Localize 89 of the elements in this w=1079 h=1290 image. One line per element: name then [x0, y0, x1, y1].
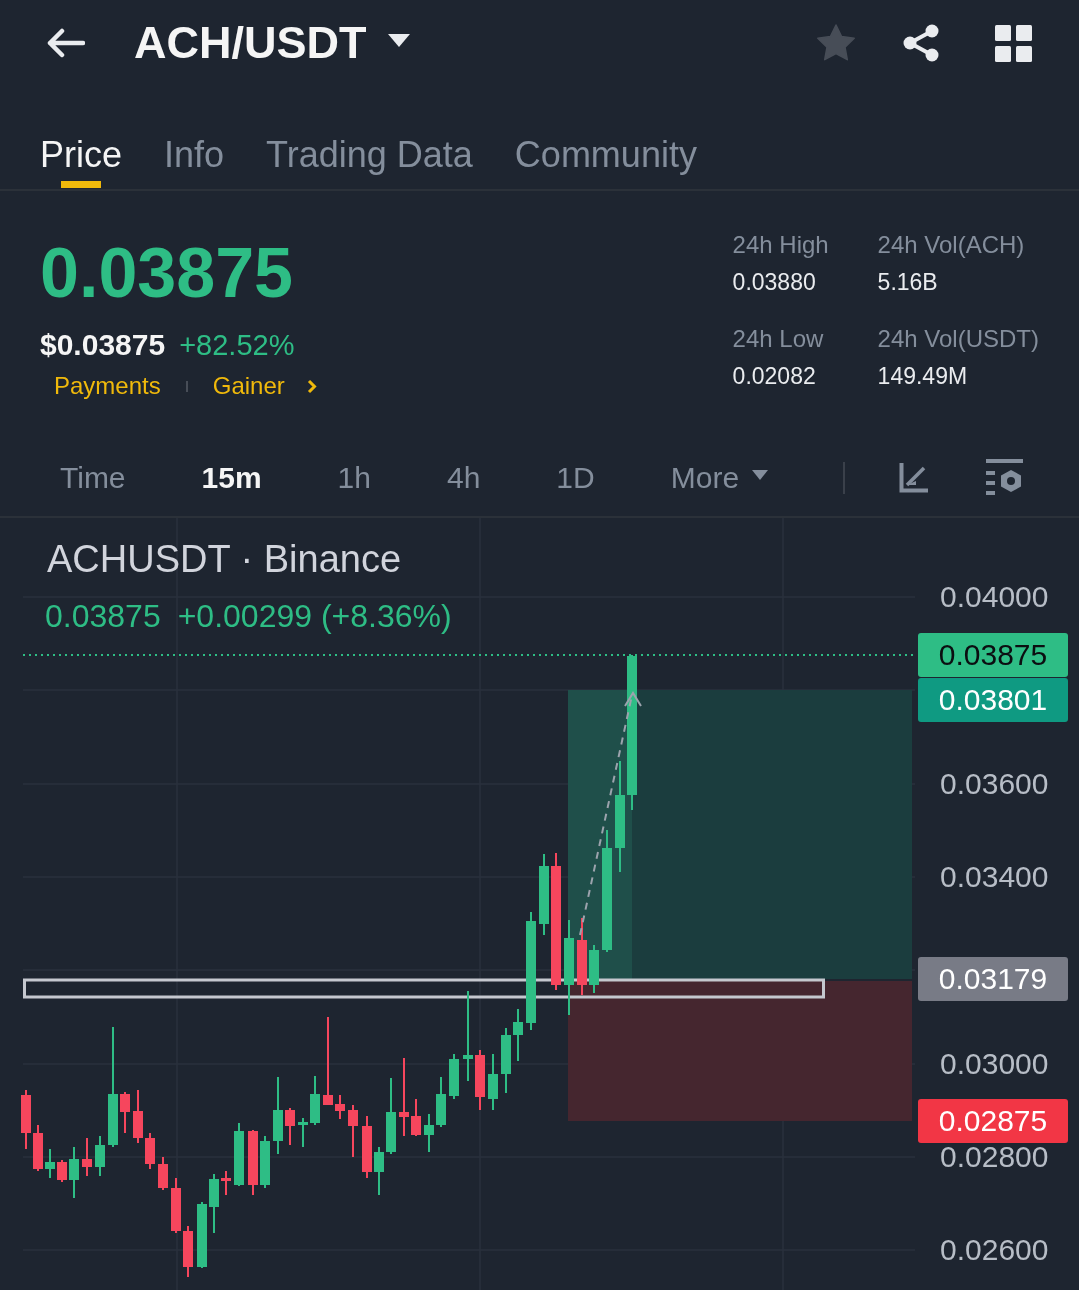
- loss-zone[interactable]: [568, 981, 912, 1121]
- usd-price: $0.03875: [40, 330, 166, 360]
- falling-candle: [285, 1107, 295, 1146]
- star-icon: [816, 24, 856, 62]
- entry-box[interactable]: [23, 978, 825, 999]
- stat-label: 24h Low: [732, 324, 825, 354]
- falling-candle: [171, 1177, 181, 1234]
- legend-price: 0.03875: [45, 597, 161, 635]
- falling-candle: [348, 1104, 358, 1158]
- falling-candle: [335, 1094, 345, 1120]
- stat-value: 0.03880: [732, 268, 817, 297]
- back-arrow-icon: [45, 28, 85, 58]
- rising-candle: [69, 1146, 79, 1199]
- grid-icon: [995, 24, 1032, 62]
- interval-option[interactable]: 15m: [201, 459, 262, 496]
- falling-candle: [411, 1098, 421, 1137]
- indicators-button[interactable]: [899, 462, 929, 493]
- rising-candle: [209, 1173, 219, 1234]
- price-tag: 0.02875: [918, 1099, 1068, 1143]
- tab[interactable]: Price: [40, 86, 123, 189]
- chart-symbol: ACHUSDT · Binance: [47, 537, 402, 581]
- stat-label: 24h Vol(USDT): [877, 324, 1039, 354]
- axis-label: 0.03000: [940, 1046, 1049, 1082]
- falling-candle: [145, 1132, 155, 1170]
- falling-candle: [221, 1170, 231, 1196]
- rising-candle: [298, 1117, 308, 1148]
- stat-value: 149.49M: [877, 362, 969, 391]
- falling-candle: [33, 1124, 43, 1172]
- rising-candle: [95, 1135, 105, 1177]
- rising-candle: [424, 1113, 434, 1153]
- rising-candle: [310, 1075, 320, 1126]
- layout-button[interactable]: [995, 24, 1032, 62]
- falling-candle: [120, 1091, 130, 1134]
- category-link[interactable]: Payments: [54, 371, 161, 401]
- falling-candle: [158, 1156, 168, 1191]
- rising-candle: [501, 1027, 511, 1094]
- falling-candle: [183, 1225, 193, 1278]
- share-icon: [902, 24, 940, 62]
- interval-option[interactable]: 1h: [337, 459, 371, 496]
- falling-candle: [248, 1129, 258, 1196]
- tab[interactable]: Community: [514, 86, 697, 189]
- axis-label: 0.04000: [940, 579, 1049, 615]
- interval-option[interactable]: 1D: [556, 459, 595, 496]
- rising-candle: [488, 1053, 498, 1111]
- rising-candle: [589, 944, 599, 994]
- projection-arrow[interactable]: [579, 691, 642, 936]
- more-button[interactable]: More: [670, 459, 769, 496]
- interval-option[interactable]: Time: [60, 459, 126, 496]
- settings-button[interactable]: [986, 459, 1024, 496]
- caret-icon: [387, 33, 410, 47]
- axis-label: 0.02600: [940, 1232, 1049, 1268]
- price-tag: 0.03801: [918, 678, 1068, 722]
- axis-label: 0.03600: [940, 766, 1049, 802]
- price-tag: 0.03875: [918, 633, 1068, 677]
- rising-candle: [436, 1076, 446, 1128]
- rising-candle: [260, 1135, 270, 1189]
- tab[interactable]: Info: [164, 86, 225, 189]
- settings-icon: [986, 459, 1024, 496]
- falling-candle: [57, 1159, 67, 1183]
- last-price: 0.03875: [40, 238, 295, 308]
- tab[interactable]: Trading Data: [266, 86, 473, 189]
- rising-candle: [197, 1201, 207, 1269]
- stat-label: 24h High: [732, 230, 830, 260]
- rising-candle: [374, 1146, 384, 1196]
- legend-change: +0.00299 (+8.36%): [177, 597, 452, 635]
- share-button[interactable]: [902, 24, 940, 62]
- falling-candle: [82, 1137, 92, 1177]
- rising-candle: [449, 1053, 459, 1100]
- pair-selector[interactable]: ACH/USDT: [134, 18, 410, 68]
- back-button[interactable]: [45, 28, 85, 58]
- price-tag: 0.03179: [918, 957, 1068, 1001]
- falling-candle: [133, 1089, 143, 1144]
- interval-option[interactable]: 4h: [447, 459, 481, 496]
- falling-candle: [21, 1089, 31, 1150]
- stat-label: 24h Vol(ACH): [877, 230, 1026, 260]
- rising-candle: [513, 1008, 523, 1062]
- chevron-right-icon: [306, 378, 317, 394]
- chart-axes-icon: [899, 462, 929, 493]
- falling-candle: [362, 1115, 372, 1179]
- caret-icon: [752, 470, 769, 480]
- category-link[interactable]: Gainer: [212, 371, 317, 401]
- rising-candle: [234, 1122, 244, 1187]
- price-change: +82.52%: [179, 331, 295, 360]
- stat-value: 5.16B: [877, 268, 939, 297]
- axis-label: 0.03400: [940, 859, 1049, 895]
- profit-zone[interactable]: [568, 690, 912, 979]
- rising-candle: [45, 1148, 55, 1179]
- falling-candle: [475, 1049, 485, 1111]
- stat-value: 0.02082: [732, 362, 817, 391]
